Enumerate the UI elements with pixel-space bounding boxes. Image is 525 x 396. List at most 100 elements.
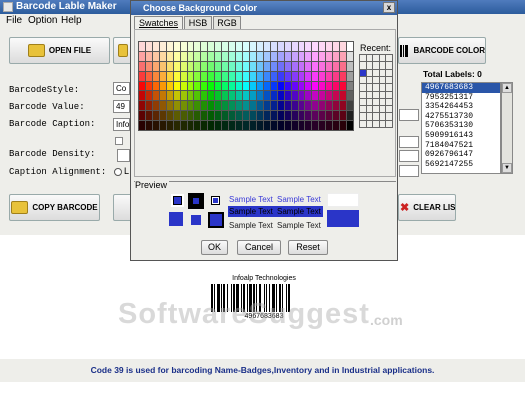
color-swatch[interactable] [298, 71, 305, 81]
recent-swatch[interactable] [386, 55, 392, 62]
color-swatch[interactable] [249, 51, 256, 61]
barcode-color-button[interactable]: BARCODE COLOR [398, 37, 486, 64]
ok-button[interactable]: OK [201, 240, 228, 255]
color-swatch[interactable] [249, 121, 256, 130]
color-swatch[interactable] [319, 81, 326, 91]
color-swatch[interactable] [145, 101, 152, 111]
list-item[interactable]: 5909916143 [422, 131, 500, 141]
recent-swatch[interactable] [373, 120, 379, 127]
color-swatch[interactable] [284, 81, 291, 91]
color-swatch[interactable] [319, 121, 326, 130]
color-swatch[interactable] [229, 51, 236, 61]
color-swatch[interactable] [159, 81, 166, 91]
barcode-caption-input[interactable]: Info [113, 118, 130, 131]
recent-swatch[interactable] [386, 113, 392, 120]
recent-swatch[interactable] [379, 91, 386, 98]
recent-swatch[interactable] [366, 69, 373, 76]
recent-swatches[interactable] [359, 54, 393, 128]
color-swatch[interactable] [159, 42, 166, 51]
color-swatch[interactable] [180, 101, 187, 111]
color-swatch[interactable] [347, 121, 353, 130]
recent-swatch[interactable] [386, 76, 392, 84]
recent-swatch[interactable] [366, 106, 373, 113]
color-swatch[interactable] [222, 111, 229, 121]
color-swatch[interactable] [277, 91, 284, 101]
color-swatch[interactable] [270, 42, 277, 51]
color-swatch[interactable] [333, 51, 340, 61]
color-swatch[interactable] [284, 61, 291, 71]
color-swatch[interactable] [236, 51, 243, 61]
color-swatch[interactable] [263, 42, 270, 51]
color-swatch[interactable] [222, 51, 229, 61]
color-swatch[interactable] [249, 91, 256, 101]
color-swatch[interactable] [145, 121, 152, 130]
recent-swatch[interactable] [379, 113, 386, 120]
color-swatch[interactable] [256, 61, 263, 71]
color-swatch[interactable] [208, 42, 215, 51]
caption-checkbox[interactable] [115, 137, 123, 145]
color-swatch[interactable] [180, 121, 187, 130]
color-swatch[interactable] [249, 111, 256, 121]
color-swatch[interactable] [243, 101, 249, 111]
color-swatch[interactable] [340, 42, 347, 51]
color-swatch[interactable] [236, 111, 243, 121]
color-swatch[interactable] [326, 121, 333, 130]
color-swatch[interactable] [208, 91, 215, 101]
color-swatch[interactable] [139, 111, 145, 121]
color-swatch[interactable] [152, 121, 159, 130]
color-swatch[interactable] [326, 61, 333, 71]
color-swatch[interactable] [194, 91, 201, 101]
color-swatch[interactable] [256, 91, 263, 101]
color-swatch[interactable] [263, 111, 270, 121]
color-swatch[interactable] [236, 101, 243, 111]
color-swatch[interactable] [236, 121, 243, 130]
color-swatch[interactable] [201, 51, 208, 61]
color-swatch[interactable] [173, 101, 180, 111]
recent-swatch[interactable] [366, 55, 373, 62]
right-field-3[interactable] [399, 150, 419, 162]
color-swatch[interactable] [139, 81, 145, 91]
recent-swatch[interactable] [366, 113, 373, 120]
recent-swatch[interactable] [386, 62, 392, 69]
color-swatch[interactable] [333, 61, 340, 71]
color-swatch[interactable] [347, 51, 353, 61]
recent-swatch[interactable] [360, 69, 366, 76]
recent-swatch[interactable] [366, 84, 373, 91]
list-item[interactable]: 5706353130 [422, 121, 500, 131]
color-swatch[interactable] [194, 121, 201, 130]
color-swatch[interactable] [270, 71, 277, 81]
color-swatch[interactable] [298, 111, 305, 121]
color-swatch[interactable] [249, 61, 256, 71]
list-item[interactable]: 7953251317 [422, 93, 500, 103]
cancel-button[interactable]: Cancel [237, 240, 281, 255]
color-swatch[interactable] [243, 61, 249, 71]
recent-swatch[interactable] [360, 98, 366, 106]
color-swatch[interactable] [229, 121, 236, 130]
color-swatch[interactable] [236, 81, 243, 91]
color-swatch[interactable] [298, 121, 305, 130]
color-swatch[interactable] [166, 71, 173, 81]
color-swatch[interactable] [215, 71, 222, 81]
color-swatch[interactable] [284, 42, 291, 51]
color-swatch[interactable] [256, 51, 263, 61]
color-swatch[interactable] [243, 51, 249, 61]
color-swatch[interactable] [263, 71, 270, 81]
color-swatch[interactable] [145, 42, 152, 51]
right-field-4[interactable] [399, 165, 419, 177]
color-swatch[interactable] [305, 81, 312, 91]
color-swatch[interactable] [215, 121, 222, 130]
color-swatch[interactable] [243, 71, 249, 81]
color-swatch[interactable] [152, 42, 159, 51]
color-swatch[interactable] [201, 91, 208, 101]
recent-swatch[interactable] [373, 113, 379, 120]
recent-swatch[interactable] [360, 91, 366, 98]
color-swatch[interactable] [305, 101, 312, 111]
color-swatch[interactable] [333, 101, 340, 111]
color-swatch[interactable] [243, 91, 249, 101]
color-swatch[interactable] [222, 61, 229, 71]
color-swatch[interactable] [249, 71, 256, 81]
color-swatch[interactable] [243, 111, 249, 121]
color-swatch[interactable] [340, 71, 347, 81]
color-swatch[interactable] [194, 111, 201, 121]
color-swatch[interactable] [340, 61, 347, 71]
